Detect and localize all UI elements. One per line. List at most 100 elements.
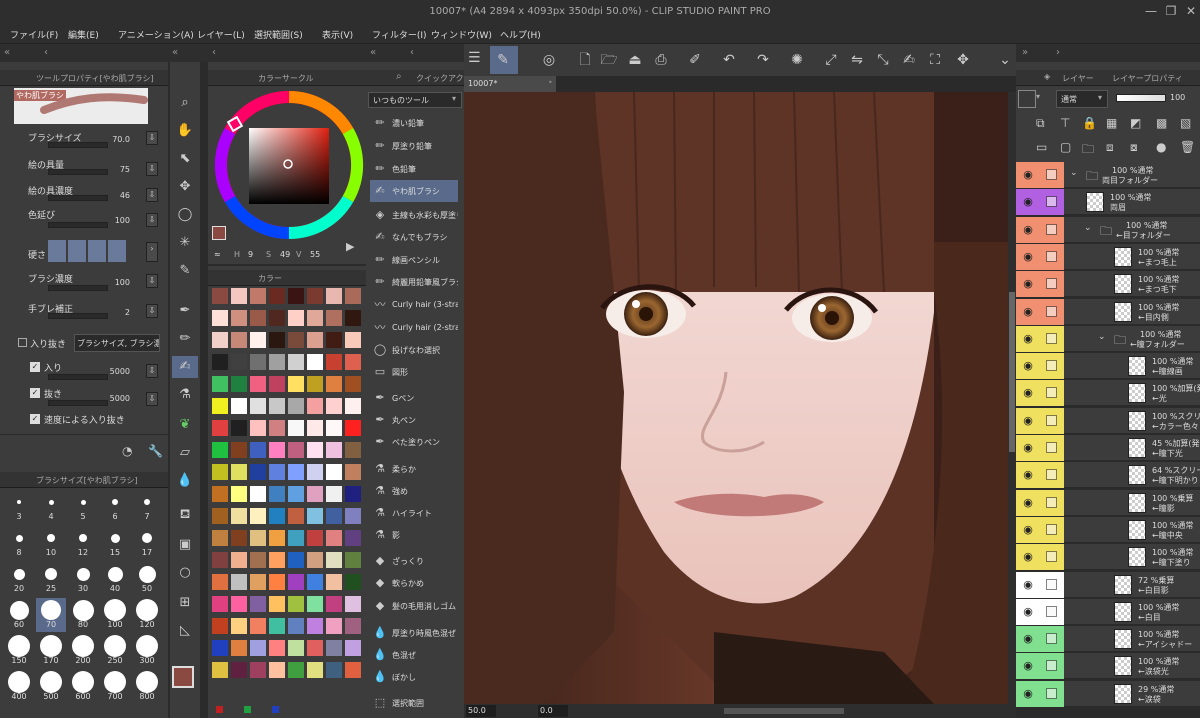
color-swatch[interactable] [345, 288, 361, 304]
canvas-area[interactable] [464, 92, 1016, 704]
brush-size-item[interactable]: 150 [4, 634, 34, 668]
layer-select-checkbox[interactable] [1040, 571, 1064, 598]
value-value[interactable]: 55 [310, 250, 320, 259]
color-swatch[interactable] [288, 662, 304, 678]
layer-row[interactable]: ◉ 100 %通常 ←まつ毛下 [1016, 271, 1200, 298]
reset-icon[interactable]: ◔ [122, 444, 132, 458]
color-swatch[interactable] [326, 376, 342, 392]
new-folder-icon[interactable]: 🗀 [1082, 140, 1094, 161]
color-swatch[interactable] [231, 486, 247, 502]
layer-row[interactable]: ◉ 100 %通常 ←瞳線画 [1016, 353, 1200, 380]
color-swatch[interactable] [231, 310, 247, 326]
brush-size-item[interactable]: 12 [68, 526, 98, 560]
merge-down-icon[interactable]: ⧇ [1130, 140, 1138, 155]
eye-icon[interactable]: ◉ [1016, 571, 1040, 598]
layer-select-checkbox[interactable] [1040, 380, 1064, 407]
prop-value[interactable]: 100 [104, 278, 130, 287]
chevron-down-icon[interactable]: ⌄ [994, 49, 1016, 71]
zoom-icon[interactable]: ⌕ [172, 92, 198, 114]
color-swatch[interactable] [307, 442, 323, 458]
color-swatch[interactable] [250, 618, 266, 634]
brush-edit-icon[interactable]: ✎ [492, 49, 514, 71]
layer-row[interactable]: ◉ 100 %通常 ←白目 [1016, 598, 1200, 625]
canvas-tab[interactable]: 10007* • [464, 76, 556, 92]
color-circle-tab[interactable]: カラーサークル [258, 73, 314, 84]
layer-select-checkbox[interactable] [1040, 325, 1064, 352]
save-icon[interactable]: ⏏ [624, 49, 646, 71]
color-wheel[interactable] [214, 90, 368, 244]
taper-select[interactable]: ブラシサイズ, ブラシ濃 [74, 334, 160, 352]
hardness-step[interactable] [68, 240, 86, 262]
color-swatch[interactable] [307, 464, 323, 480]
gradient-icon[interactable]: ▣ [172, 534, 198, 556]
brush-size-item[interactable]: 300 [132, 634, 162, 668]
eye-icon[interactable]: ◉ [1016, 298, 1040, 325]
color-swatch[interactable] [250, 552, 266, 568]
color-swatch[interactable] [269, 552, 285, 568]
flip-icon[interactable]: ⇋ [846, 49, 868, 71]
color-swatch[interactable] [231, 508, 247, 524]
brush-size-item[interactable]: 6 [100, 490, 130, 524]
color-swatch[interactable] [326, 420, 342, 436]
lock-transparent-icon[interactable]: ▦ [1106, 116, 1117, 130]
color-swatch[interactable] [212, 574, 228, 590]
color-swatch[interactable] [307, 354, 323, 370]
dropdown-icon[interactable]: ⇩ [146, 304, 158, 318]
color-swatch[interactable] [345, 310, 361, 326]
eye-icon[interactable]: ◉ [1016, 325, 1040, 352]
color-swatch[interactable] [250, 530, 266, 546]
color-swatch[interactable] [326, 354, 342, 370]
close-button[interactable]: ✕ [1184, 4, 1198, 18]
eye-icon[interactable]: ◉ [1016, 516, 1040, 543]
reference-icon[interactable]: ⊤ [1060, 116, 1070, 130]
color-swatch[interactable] [307, 596, 323, 612]
main-color-swatch[interactable] [172, 666, 194, 688]
eye-icon[interactable]: ◉ [1016, 407, 1040, 434]
color-swatch[interactable] [212, 398, 228, 414]
brush-size-item[interactable]: 600 [68, 670, 98, 704]
color-swatch[interactable] [231, 640, 247, 656]
crop-icon[interactable]: ⛶ [924, 49, 946, 71]
ruler-icon[interactable]: ◺ [172, 620, 198, 642]
color-swatch[interactable] [307, 618, 323, 634]
layer-row[interactable]: ◉ 100 %通常 ←瞳中央 [1016, 516, 1200, 543]
brush-size-item[interactable]: 8 [4, 526, 34, 560]
maximize-button[interactable]: ❐ [1164, 4, 1178, 18]
clear-icon[interactable]: ✐ [684, 49, 706, 71]
color-swatch[interactable] [307, 376, 323, 392]
color-swatch[interactable] [307, 288, 323, 304]
layer-select-checkbox[interactable] [1040, 653, 1064, 680]
color-swatch[interactable] [288, 574, 304, 590]
eye-icon[interactable]: ◉ [1016, 653, 1040, 680]
color-swatch[interactable] [326, 618, 342, 634]
color-swatch[interactable] [307, 574, 323, 590]
airbrush-icon[interactable]: ⚗ [172, 384, 198, 406]
chevron-down-icon[interactable]: ▾ [1098, 93, 1102, 102]
collapse-icon[interactable]: « [172, 47, 178, 58]
subtool-item[interactable]: ⬚ 選択範囲 [370, 692, 458, 714]
color-swatch[interactable] [212, 662, 228, 678]
color-swatch[interactable] [288, 398, 304, 414]
subtool-item[interactable]: 〰 Curly hair (3-strand) [370, 294, 459, 316]
chevron-right-icon[interactable]: › [1056, 47, 1060, 58]
layer-row[interactable]: ◉ 100 %通常 両眉 [1016, 189, 1200, 216]
menu-animation[interactable]: アニメーション(A) [118, 28, 194, 41]
color-swatch[interactable] [216, 706, 223, 713]
dropdown-icon[interactable]: ⇩ [146, 131, 158, 145]
blend-icon[interactable]: 💧 [172, 470, 198, 492]
open-folder-icon[interactable]: 🗁 [598, 49, 620, 71]
color-swatch[interactable] [345, 508, 361, 524]
eye-icon[interactable]: ◉ [1016, 544, 1040, 571]
color-swatch[interactable] [326, 464, 342, 480]
color-swatch[interactable] [345, 442, 361, 458]
brush-icon[interactable]: ✍ [172, 356, 198, 378]
color-swatch[interactable] [231, 398, 247, 414]
color-swatch[interactable] [288, 310, 304, 326]
color-swatch[interactable] [307, 486, 323, 502]
collapse-icon[interactable]: « [4, 47, 10, 58]
subtool-item[interactable]: ✒ 丸ペン [370, 409, 458, 431]
transform-icon[interactable]: ✥ [952, 49, 974, 71]
color-swatch[interactable] [288, 288, 304, 304]
color-swatch[interactable] [269, 508, 285, 524]
color-swatch[interactable] [326, 596, 342, 612]
